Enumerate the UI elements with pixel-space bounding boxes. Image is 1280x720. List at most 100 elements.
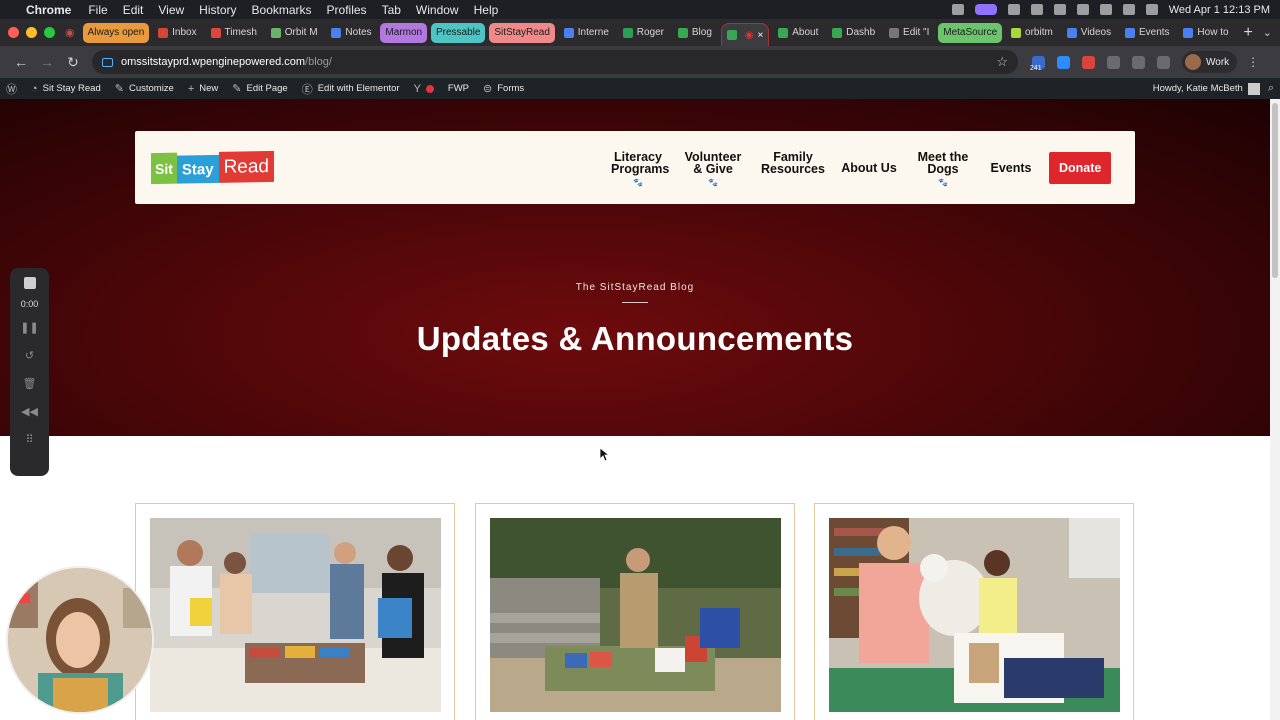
browser-tab[interactable]: orbitm <box>1006 23 1058 43</box>
battery-icon[interactable] <box>1099 4 1112 15</box>
webcam-overlay[interactable] <box>6 566 154 714</box>
browser-menu-icon[interactable]: ⋮ <box>1247 55 1259 69</box>
nav-spacer <box>761 177 825 185</box>
browser-tab[interactable]: Interne <box>559 23 614 43</box>
menu-file[interactable]: File <box>88 3 107 17</box>
menu-tab[interactable]: Tab <box>382 3 401 17</box>
blog-card[interactable] <box>814 503 1134 720</box>
browser-tab[interactable]: Blog <box>673 23 717 43</box>
site-info-icon[interactable] <box>102 57 113 67</box>
restart-icon[interactable]: ↺ <box>25 347 34 365</box>
page-scrollbar[interactable] <box>1270 99 1280 720</box>
recorder-extension-icon[interactable] <box>1082 55 1095 69</box>
tab-search-icon[interactable]: ◉ <box>65 26 75 39</box>
recording-indicator-icon: ◉ <box>744 29 754 41</box>
close-tab-icon[interactable]: × <box>758 30 764 41</box>
address-bar[interactable]: omssitstayprd.wpenginepowered.com /blog/… <box>92 50 1018 74</box>
menu-window[interactable]: Window <box>416 3 459 17</box>
wp-search-icon[interactable]: ⌕ <box>1268 82 1274 95</box>
menu-bookmarks[interactable]: Bookmarks <box>252 3 312 17</box>
wp-account-menu[interactable]: Howdy, Katie McBeth <box>1153 82 1260 95</box>
cast-icon[interactable] <box>1132 55 1145 69</box>
menu-app-name[interactable]: Chrome <box>26 3 71 17</box>
profile-button[interactable]: Work <box>1182 51 1238 73</box>
browser-tab[interactable]: Roger <box>618 23 669 43</box>
blog-card[interactable] <box>135 503 455 720</box>
menu-profiles[interactable]: Profiles <box>327 3 367 17</box>
wifi-icon[interactable] <box>1076 4 1089 15</box>
zoom-window-button[interactable] <box>44 27 55 38</box>
nav-meet-the-dogs[interactable]: Meet the Dogs 🐾 <box>905 150 981 186</box>
tab-overflow-icon[interactable]: ⌄ <box>1263 26 1272 39</box>
browser-tab[interactable]: Always open <box>82 22 150 43</box>
zoom-extension-icon[interactable] <box>1057 55 1070 69</box>
minimize-window-button[interactable] <box>26 27 37 38</box>
play-icon[interactable] <box>1030 4 1043 15</box>
menu-edit[interactable]: Edit <box>123 3 144 17</box>
wp-edit-elementor[interactable]: Ⓔ Edit with Elementor <box>302 81 400 97</box>
stop-recording-button[interactable] <box>23 277 36 289</box>
nav-volunteer-give[interactable]: Volunteer & Give 🐾 <box>673 150 753 186</box>
menu-view[interactable]: View <box>158 3 184 17</box>
browser-tab[interactable]: Pressable <box>431 22 486 43</box>
blog-card-image[interactable] <box>490 518 781 712</box>
browser-tab[interactable]: MetaSource <box>938 22 1003 43</box>
nav-literacy-programs[interactable]: Literacy Programs 🐾 <box>603 150 673 186</box>
rewind-icon[interactable]: ◀◀ <box>21 403 38 421</box>
nav-events[interactable]: Events <box>981 161 1041 174</box>
browser-tab[interactable]: Orbit M <box>266 23 323 43</box>
blog-card-image[interactable] <box>150 518 441 712</box>
browser-tab[interactable]: Events <box>1120 23 1174 43</box>
grid-icon[interactable]: ⠿ <box>25 431 33 449</box>
menubar-clock[interactable]: Wed Apr 1 12:13 PM <box>1169 4 1270 16</box>
zoom-icon[interactable] <box>1007 4 1020 15</box>
scrollbar-thumb[interactable] <box>1272 103 1278 278</box>
tab-label: Interne <box>577 27 609 38</box>
bookmark-star-icon[interactable]: ☆ <box>996 54 1008 70</box>
pause-icon[interactable]: ❚❚ <box>20 319 38 337</box>
wp-fwp[interactable]: FWP <box>448 83 469 94</box>
yoast-icon[interactable]: Y <box>414 83 434 95</box>
logo-stay: Stay <box>176 154 219 184</box>
wp-customize[interactable]: ✎ Customize <box>115 82 174 95</box>
blog-card-image[interactable] <box>829 518 1120 712</box>
browser-tab[interactable]: Dashb <box>827 23 880 43</box>
control-center-icon[interactable] <box>1145 4 1158 15</box>
menu-help[interactable]: Help <box>474 3 499 17</box>
browser-tab[interactable]: SitStayRead <box>489 22 555 43</box>
site-logo[interactable]: Sit Stay Read <box>151 150 274 185</box>
nav-about-us[interactable]: About Us <box>833 161 905 174</box>
extension-badge-icon[interactable]: 241 <box>1030 55 1045 72</box>
browser-tab[interactable]: Edit "I <box>884 23 934 43</box>
wp-new[interactable]: + New <box>188 83 218 95</box>
extensions-puzzle-icon[interactable] <box>1107 55 1120 69</box>
microphone-icon[interactable] <box>951 4 964 15</box>
wp-forms[interactable]: ⊜ Forms <box>483 82 524 95</box>
browser-tab[interactable]: How to <box>1178 23 1233 43</box>
trash-icon[interactable]: 🗑 <box>23 375 37 393</box>
back-button[interactable]: ← <box>8 54 34 70</box>
screen-recorder-icon[interactable] <box>974 4 997 15</box>
search-icon[interactable] <box>1122 4 1135 15</box>
reload-button[interactable]: ↻ <box>60 54 86 71</box>
blog-card[interactable] <box>475 503 795 720</box>
reading-list-icon[interactable] <box>1157 55 1170 69</box>
browser-tab[interactable]: About <box>773 23 823 43</box>
nav-family-resources[interactable]: Family Resources <box>753 150 833 185</box>
browser-tab[interactable]: Notes <box>326 23 376 43</box>
browser-tab[interactable]: Inbox <box>153 23 201 43</box>
close-window-button[interactable] <box>8 27 19 38</box>
wordpress-logo-icon[interactable]: Ⓦ <box>6 81 17 97</box>
new-tab-button[interactable]: + <box>1243 24 1252 42</box>
tab-label: Edit "I <box>903 27 930 38</box>
donate-button[interactable]: Donate <box>1049 151 1112 184</box>
browser-tab[interactable]: Marmon <box>380 22 427 43</box>
menu-history[interactable]: History <box>199 3 236 17</box>
clock-icon[interactable] <box>1053 4 1066 15</box>
tab-active[interactable]: ◉ × <box>720 22 770 47</box>
wp-edit-page[interactable]: ✎ Edit Page <box>232 82 287 95</box>
browser-tab[interactable]: Videos <box>1062 23 1116 43</box>
browser-tab[interactable]: Timesh <box>206 23 262 43</box>
forward-button[interactable]: → <box>34 54 60 70</box>
wp-site-name[interactable]: ◔ Sit Stay Read <box>31 83 101 95</box>
